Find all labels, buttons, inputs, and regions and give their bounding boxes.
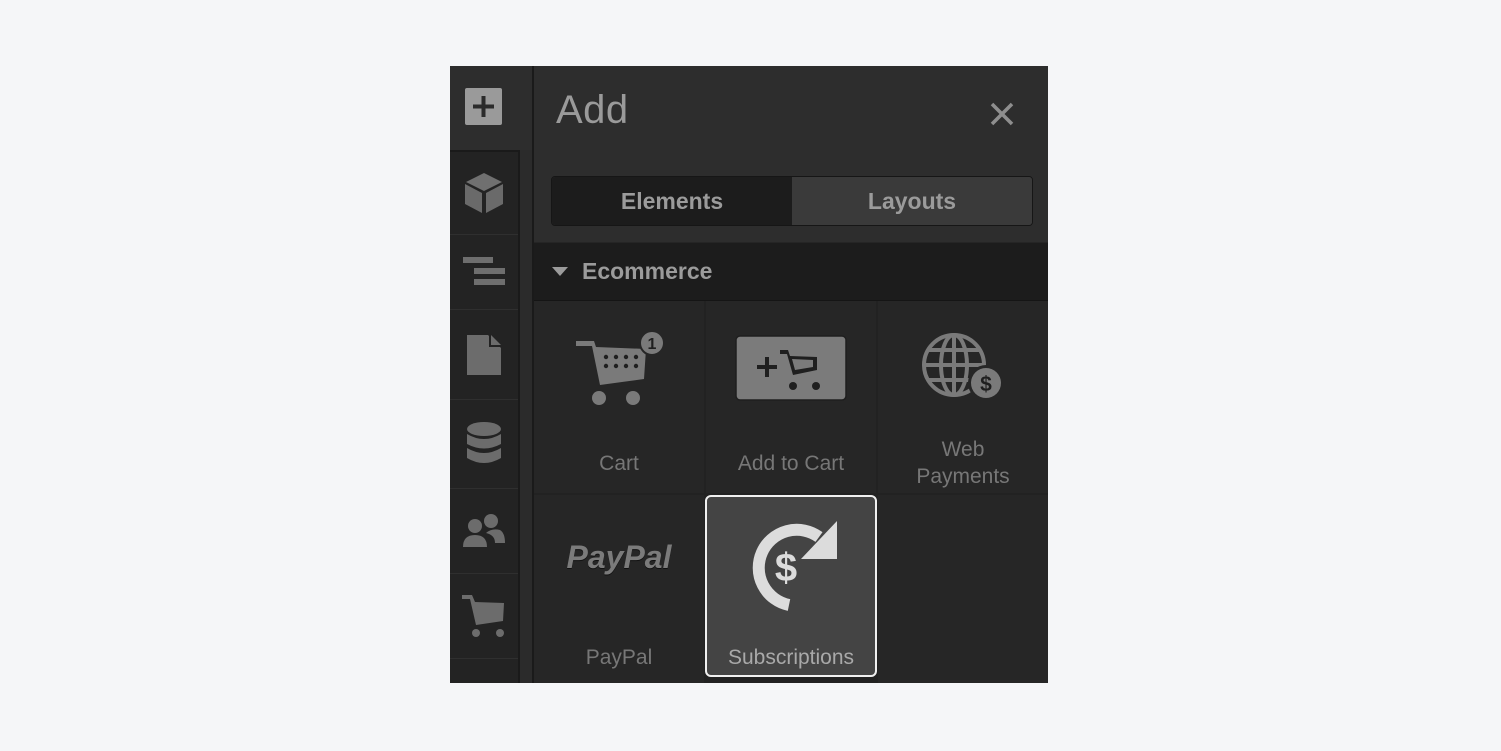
element-cart[interactable]: 1 Cart [534, 301, 704, 493]
empty-grid-cell [878, 495, 1048, 683]
database-icon [467, 422, 501, 463]
rail-scroll-strip [520, 150, 532, 683]
cart-badge: 1 [648, 336, 657, 353]
element-subscriptions[interactable]: $ Subscriptions [705, 495, 877, 677]
svg-text:$: $ [775, 546, 797, 590]
tab-layouts[interactable]: Layouts [792, 177, 1032, 225]
add-to-cart-icon [735, 335, 847, 401]
navigator-lines-icon [463, 257, 505, 285]
rail-item-ecommerce[interactable] [450, 574, 518, 659]
section-label: Ecommerce [582, 258, 713, 284]
element-grid: 1 Cart Add to Cart $ Web Payments PayPal… [534, 301, 1048, 683]
element-label: Add to Cart [737, 452, 845, 475]
element-paypal[interactable]: PayPal PayPal [534, 495, 704, 683]
caret-down-icon [552, 266, 568, 276]
svg-text:$: $ [980, 373, 992, 396]
element-label-line1: Web [941, 438, 985, 461]
close-icon [990, 102, 1014, 126]
cart-icon [462, 595, 504, 637]
tab-switcher: Elements Layouts [551, 176, 1033, 226]
rail-item-components[interactable] [450, 152, 518, 235]
cube-icon [465, 173, 503, 213]
page-icon [467, 334, 501, 375]
rail-item-users[interactable] [450, 489, 518, 574]
panel-title: Add [556, 88, 629, 132]
element-label-line2: Payments [916, 465, 1010, 488]
users-icon [463, 514, 505, 547]
add-panel-window: Add Elements Layouts Ecommerce 1 Cart Ad… [450, 66, 1048, 683]
rail-item-add[interactable] [450, 66, 532, 150]
rail-item-navigator[interactable] [450, 235, 518, 310]
section-header-ecommerce[interactable]: Ecommerce [534, 242, 1048, 302]
rail-item-cms[interactable] [450, 400, 518, 489]
rail-item-pages[interactable] [450, 310, 518, 400]
add-panel: Add Elements Layouts Ecommerce 1 Cart Ad… [534, 66, 1048, 683]
plus-box-icon [465, 88, 502, 125]
tab-elements[interactable]: Elements [552, 177, 792, 225]
paypal-logo: PayPal [566, 539, 672, 575]
element-label: PayPal [585, 646, 653, 669]
left-rail [450, 66, 533, 683]
element-label: Cart [599, 452, 639, 475]
close-button[interactable] [984, 96, 1020, 132]
cart-with-badge-icon: 1 [576, 330, 665, 405]
globe-dollar-icon: $ [922, 333, 1004, 401]
element-web-payments[interactable]: $ Web Payments [878, 301, 1048, 493]
element-add-to-cart[interactable]: Add to Cart [706, 301, 876, 493]
recurring-dollar-icon: $ [752, 521, 837, 611]
element-label: Subscriptions [727, 646, 855, 669]
rail-list [450, 150, 520, 683]
